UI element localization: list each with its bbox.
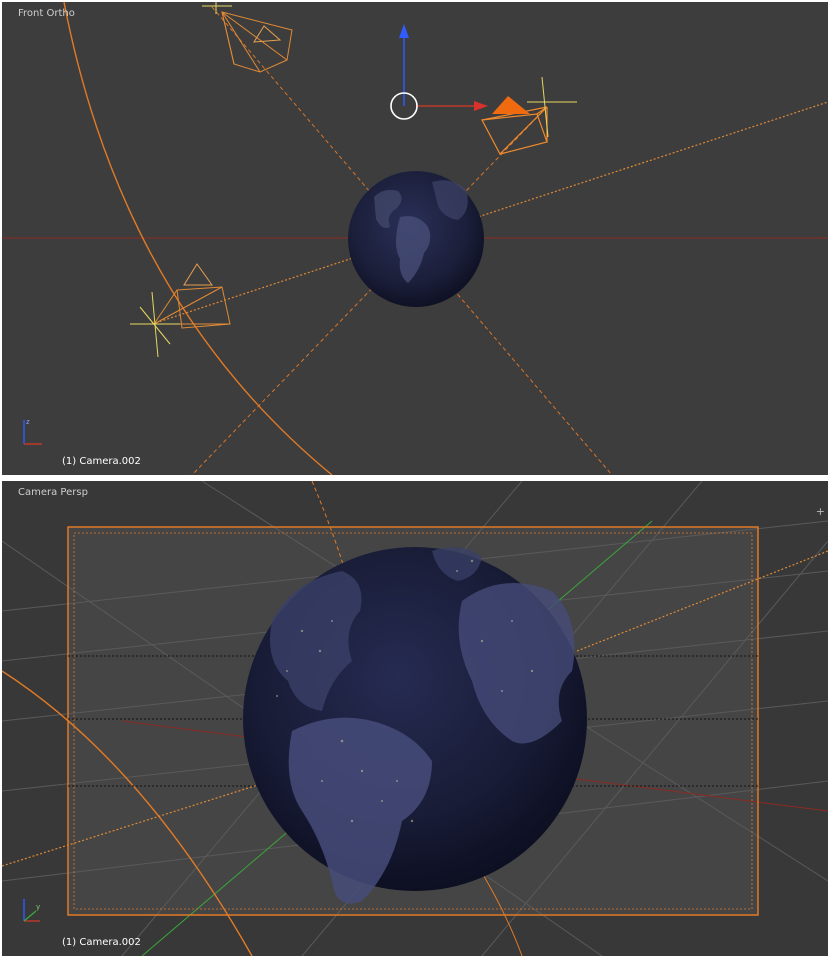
active-object-status: (1) Camera.002 (62, 937, 141, 948)
scene-canvas-top[interactable] (2, 2, 828, 475)
z-arrow-icon (399, 24, 409, 38)
viewport-camera-persp[interactable]: Camera Persp + y (1) Camera.002 (2, 481, 828, 956)
svg-text:z: z (26, 418, 30, 426)
camera-object[interactable] (221, 11, 293, 73)
transform-gizmo[interactable] (390, 24, 488, 120)
camera-track-line (191, 106, 548, 475)
camera-up-arrow-icon (492, 96, 530, 114)
region-expand-icon[interactable]: + (816, 505, 825, 518)
earth-globe[interactable] (348, 171, 484, 307)
x-arrow-icon (474, 101, 488, 111)
viewport-front-ortho[interactable]: Front Ortho z (1) Camera.002 (2, 2, 828, 475)
scene-canvas-bottom[interactable] (2, 481, 828, 956)
camera-object[interactable] (153, 263, 231, 329)
axis-gizmo-icon: z (23, 418, 42, 445)
active-object-status: (1) Camera.002 (62, 456, 141, 467)
svg-text:y: y (36, 903, 40, 911)
light-object (527, 76, 577, 138)
axis-gizmo-icon: y (23, 899, 40, 922)
selected-camera-object[interactable] (481, 106, 548, 155)
light-object (130, 291, 180, 358)
view-label: Camera Persp (18, 487, 88, 498)
view-label: Front Ortho (18, 8, 75, 19)
